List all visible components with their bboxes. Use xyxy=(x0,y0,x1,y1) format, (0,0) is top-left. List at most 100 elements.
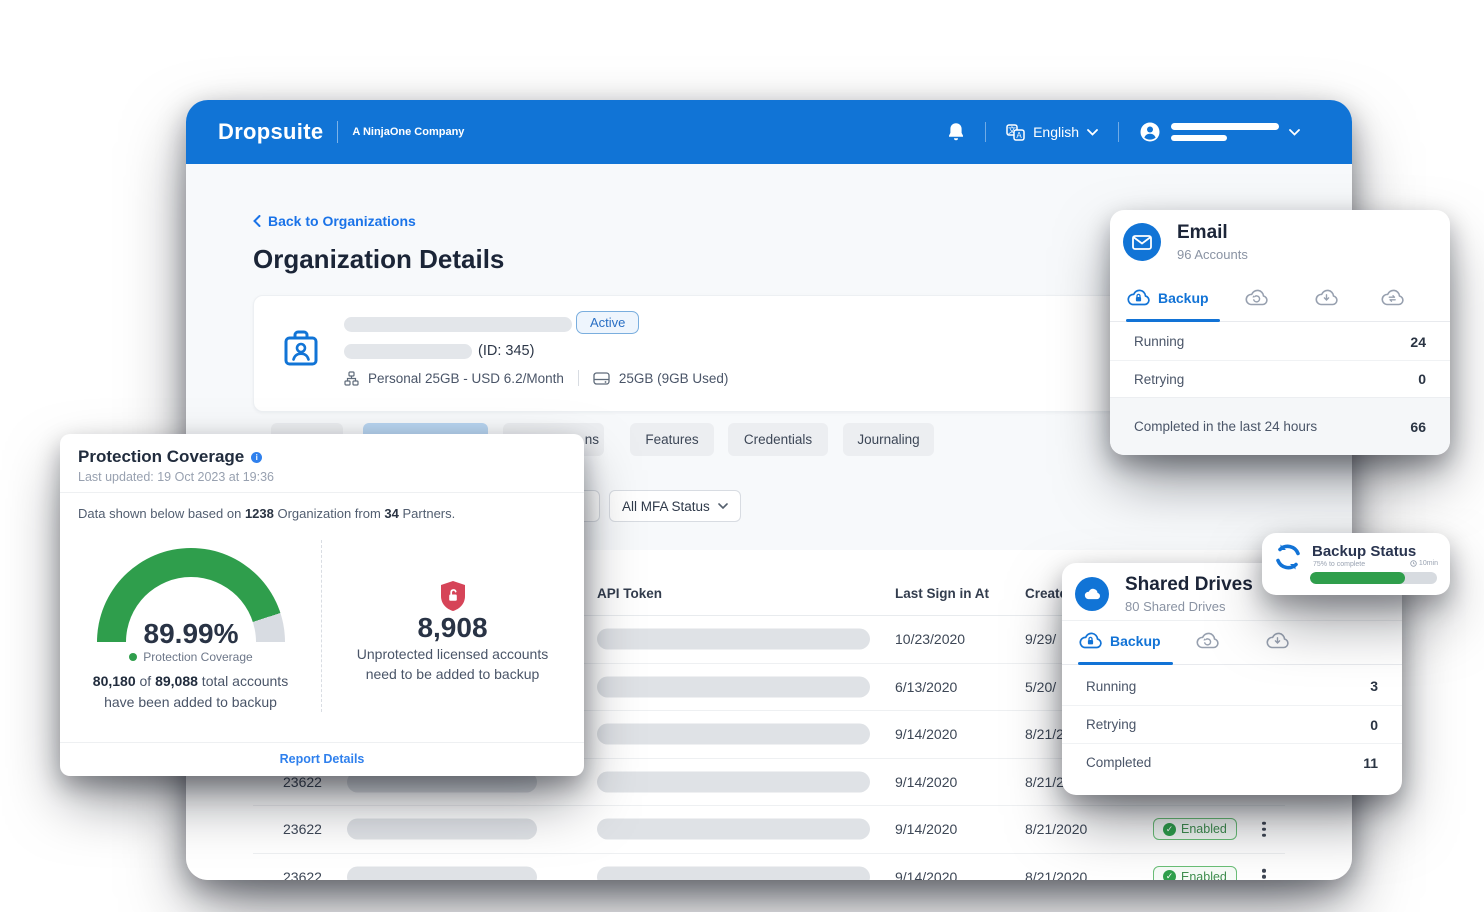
tab-credentials[interactable]: Credentials xyxy=(728,423,828,456)
notification-bell-icon[interactable] xyxy=(947,122,965,142)
translate-icon: 文A xyxy=(1006,124,1025,141)
summary-partner-count: 34 xyxy=(384,506,398,521)
divider xyxy=(60,742,584,743)
redacted-token-bar xyxy=(597,771,870,792)
redacted-token-bar xyxy=(597,676,870,697)
cloud-download-icon[interactable] xyxy=(1314,288,1338,312)
avatar-icon xyxy=(1139,121,1161,143)
unprotected-line1: Unprotected licensed accounts xyxy=(321,646,584,662)
stat-label: Completed in the last 24 hours xyxy=(1134,419,1317,434)
email-backup-card: Email 96 Accounts Backup Running 24 xyxy=(1110,210,1450,455)
tab-backup[interactable]: Backup xyxy=(1078,631,1161,650)
backup-status-card: Backup Status 75% to complete 10min xyxy=(1262,533,1450,595)
active-tab-underline xyxy=(1126,319,1220,322)
backup-progress-label: 75% to complete xyxy=(1313,561,1365,568)
brand-logo: Dropsuite xyxy=(218,119,323,145)
brand-block: Dropsuite A NinjaOne Company xyxy=(218,119,464,145)
stat-value: 0 xyxy=(1370,717,1378,733)
unprotected-line2: need to be added to backup xyxy=(321,666,584,682)
storage-icon xyxy=(593,372,610,385)
app-header: Dropsuite A NinjaOne Company 文A English xyxy=(186,100,1352,164)
language-selector[interactable]: 文A English xyxy=(1006,124,1098,141)
stat-row: Retrying 0 xyxy=(1110,360,1450,397)
svg-text:A: A xyxy=(1016,131,1022,140)
cloud-sync-icon[interactable] xyxy=(1380,288,1404,312)
protection-title: Protection Coverage xyxy=(78,447,244,467)
shared-drives-card: Shared Drives 80 Shared Drives Backup Ru… xyxy=(1062,563,1402,795)
table-row[interactable]: 23622 9/14/2020 8/21/2020 ✓ Enabled xyxy=(253,806,1285,854)
row-menu-kebab[interactable] xyxy=(1259,864,1269,881)
stat-value: 3 xyxy=(1370,678,1378,694)
screenshot-canvas: Dropsuite A NinjaOne Company 文A English xyxy=(0,0,1484,912)
row-menu-kebab[interactable] xyxy=(1259,816,1269,843)
brand-tagline: A NinjaOne Company xyxy=(352,126,464,138)
user-menu[interactable] xyxy=(1139,121,1300,143)
protection-title-row: Protection Coverage i xyxy=(78,447,262,467)
email-card-title: Email xyxy=(1177,222,1248,244)
chevron-down-icon xyxy=(1087,129,1098,136)
active-tab-underline xyxy=(1078,662,1173,665)
plan-icon xyxy=(344,371,359,386)
shared-card-tabs: Backup xyxy=(1062,625,1402,665)
email-card-tabs: Backup xyxy=(1110,282,1450,322)
created-at: 8/21/2 xyxy=(1025,726,1064,742)
redacted-token-bar xyxy=(597,724,870,745)
check-circle-icon: ✓ xyxy=(1163,870,1176,880)
row-id: 23622 xyxy=(283,821,322,837)
report-details-link[interactable]: Report Details xyxy=(60,752,584,766)
organization-avatar-icon xyxy=(279,326,323,377)
stat-label: Running xyxy=(1086,679,1136,694)
mfa-status-dropdown[interactable]: All MFA Status xyxy=(609,490,741,522)
org-id-text: (ID: 345) xyxy=(478,343,534,359)
total-count: 89,088 xyxy=(155,673,198,689)
header-divider xyxy=(1118,122,1119,142)
back-to-organizations-link[interactable]: Back to Organizations xyxy=(253,213,416,229)
stat-row: Running 3 xyxy=(1062,667,1402,705)
summary-sentence: Data shown below based on 1238 Organizat… xyxy=(78,506,455,521)
chevron-left-icon xyxy=(253,215,261,227)
stat-value: 11 xyxy=(1363,755,1378,771)
covered-rest: total accounts xyxy=(198,673,288,689)
cloud-download-icon[interactable] xyxy=(1265,631,1289,655)
stat-value: 0 xyxy=(1418,371,1426,387)
cloud-restore-icon[interactable] xyxy=(1195,631,1219,655)
gauge-legend-label: Protection Coverage xyxy=(143,650,252,664)
covered-accounts-line2: have been added to backup xyxy=(60,694,321,710)
last-sign-in: 9/14/2020 xyxy=(895,726,957,742)
row-id: 23622 xyxy=(283,774,322,790)
stat-value: 66 xyxy=(1410,419,1426,435)
unprotected-shield-icon xyxy=(439,580,467,612)
status-label: Enabled xyxy=(1181,870,1227,880)
tab-backup[interactable]: Backup xyxy=(1126,288,1209,307)
stat-label: Retrying xyxy=(1134,372,1184,387)
org-plan-text: Personal 25GB - USD 6.2/Month xyxy=(368,371,564,386)
org-meta-row: Personal 25GB - USD 6.2/Month 25GB (9GB … xyxy=(344,370,728,386)
col-api-token: API Token xyxy=(597,586,662,601)
last-sign-in: 9/14/2020 xyxy=(895,869,957,880)
table-row[interactable]: 23622 9/14/2020 8/21/2020 ✓ Enabled xyxy=(253,854,1285,881)
language-label: English xyxy=(1033,124,1079,140)
created-at: 9/29/ xyxy=(1025,631,1056,647)
status-label: Enabled xyxy=(1181,822,1227,836)
status-badge: ✓ Enabled xyxy=(1153,818,1237,840)
created-at: 8/21/2 xyxy=(1025,774,1064,790)
shared-card-header: Shared Drives 80 Shared Drives xyxy=(1075,574,1253,614)
summary-org-count: 1238 xyxy=(245,506,274,521)
email-card-header: Email 96 Accounts xyxy=(1123,222,1248,262)
chevron-down-icon xyxy=(1289,129,1300,136)
cloud-restore-icon[interactable] xyxy=(1244,288,1268,312)
stat-row: Retrying 0 xyxy=(1062,705,1402,743)
tab-features[interactable]: Features xyxy=(630,423,714,456)
gauge-legend: Protection Coverage xyxy=(97,650,285,664)
redacted-token-bar xyxy=(597,866,870,880)
created-at: 5/20/ xyxy=(1025,679,1056,695)
tab-journaling[interactable]: Journaling xyxy=(843,423,934,456)
backup-progress-track xyxy=(1310,572,1437,584)
header-divider xyxy=(985,122,986,142)
info-icon[interactable]: i xyxy=(251,452,262,463)
shared-drives-icon xyxy=(1075,577,1109,611)
unprotected-shield-wrap xyxy=(321,580,584,612)
stat-label: Running xyxy=(1134,334,1184,349)
brand-divider xyxy=(337,121,338,143)
redacted-token-bar xyxy=(597,819,870,840)
